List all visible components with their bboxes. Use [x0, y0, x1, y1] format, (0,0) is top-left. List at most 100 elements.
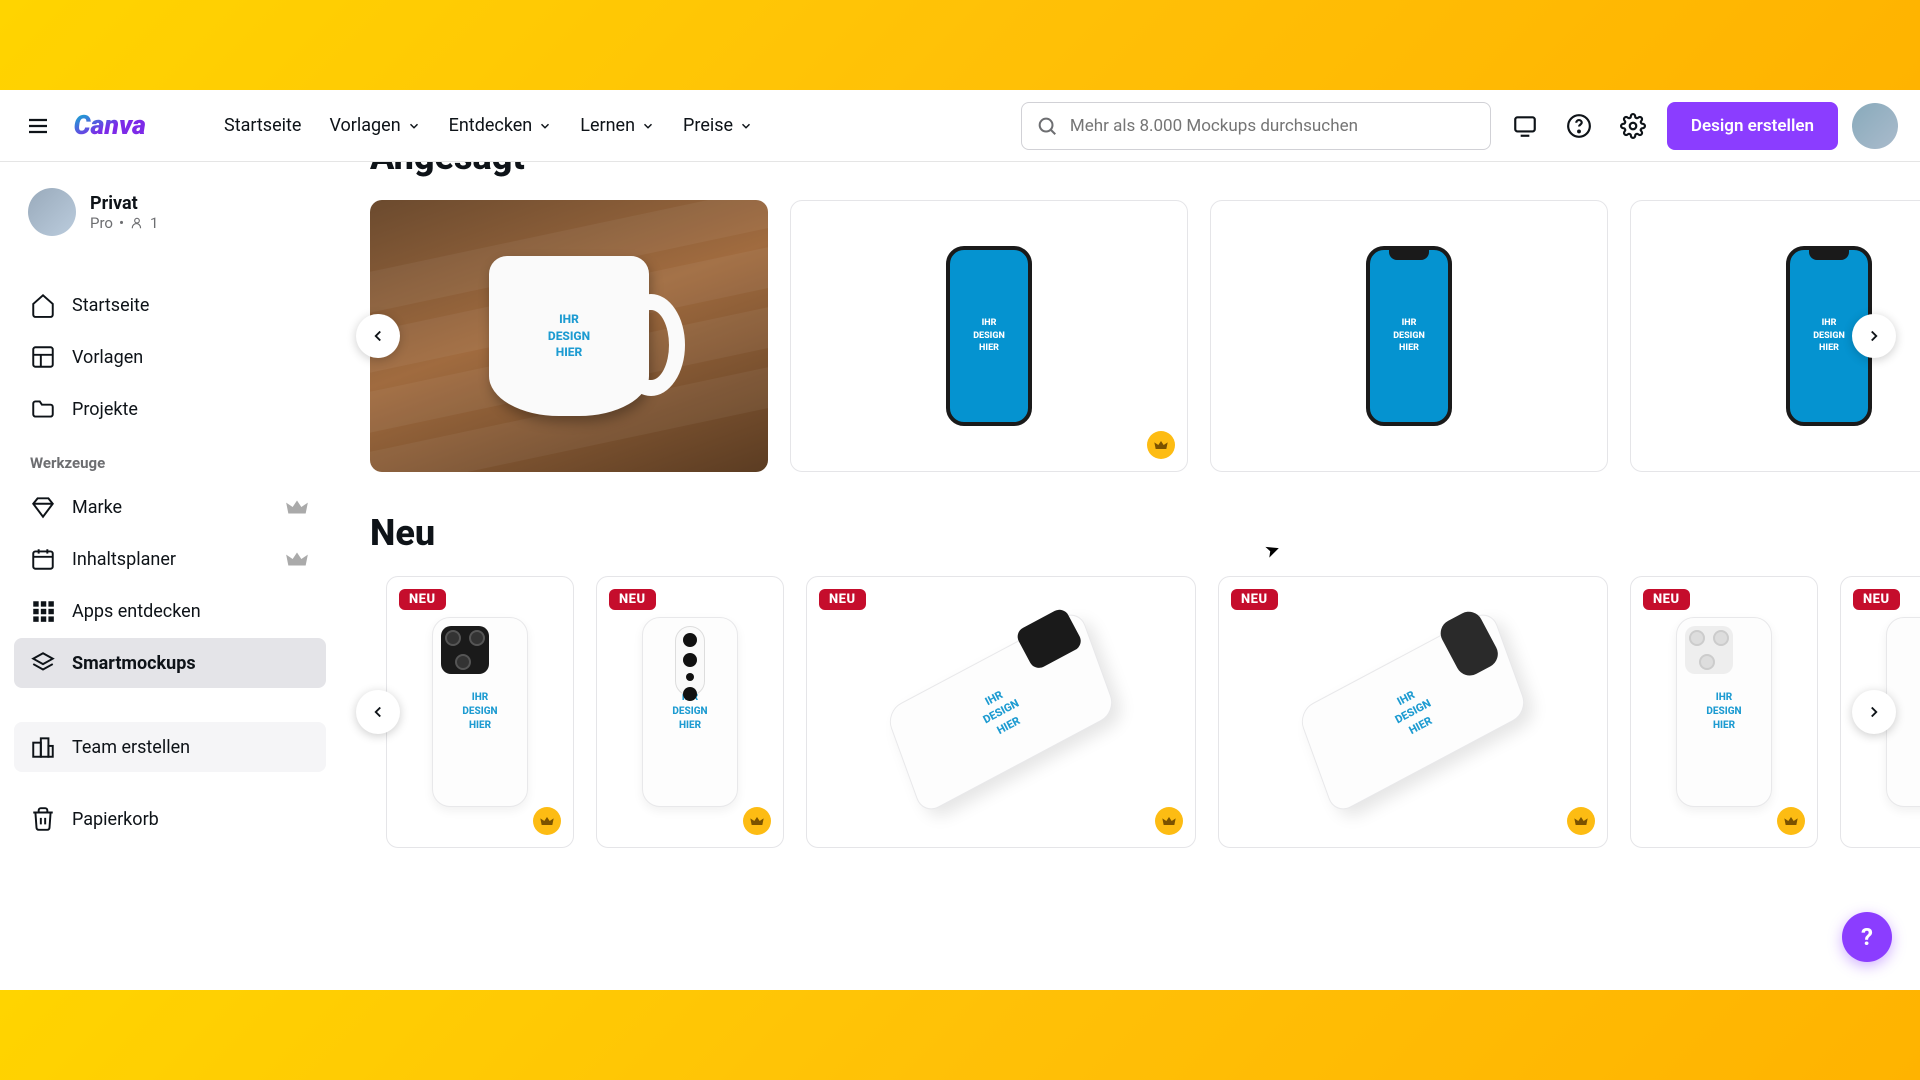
nav-learn-label: Lernen	[580, 115, 635, 136]
premium-badge-icon	[1777, 807, 1805, 835]
settings-gear-icon[interactable]	[1613, 106, 1653, 146]
team-icon	[30, 734, 56, 760]
workspace-switcher[interactable]: Privat Pro • 1	[14, 178, 326, 246]
mockup-card-mug[interactable]: IHR DESIGN HIER	[370, 200, 768, 472]
mockup-card-case-2[interactable]: NEU IHR DESIGN HIER	[596, 576, 784, 848]
brand-icon	[30, 494, 56, 520]
new-badge: NEU	[609, 589, 656, 610]
apps-grid-icon	[30, 598, 56, 624]
help-icon[interactable]	[1559, 106, 1599, 146]
premium-badge-icon	[1155, 807, 1183, 835]
mockup-card-phone-1[interactable]: IHR DESIGN HIER	[790, 200, 1188, 472]
nav-templates-label: Vorlagen	[329, 115, 400, 136]
mockup-card-phone-2[interactable]: IHR DESIGN HIER	[1210, 200, 1608, 472]
search-input[interactable]	[1070, 116, 1476, 136]
sidebar-item-discover-apps[interactable]: Apps entdecken	[14, 586, 326, 636]
app-window: Canva Startseite Vorlagen Entdecken Lern…	[0, 90, 1920, 990]
mockup-placeholder-text: IHR DESIGN HIER	[973, 317, 1005, 355]
chevron-down-icon	[739, 119, 753, 133]
sidebar-item-label: Inhaltsplaner	[72, 549, 268, 570]
sidebar-item-label: Smartmockups	[72, 653, 310, 674]
workspace-plan: Pro	[90, 214, 113, 232]
layers-icon	[30, 650, 56, 676]
sidebar-item-brand[interactable]: Marke	[14, 482, 326, 532]
sidebar-item-label: Vorlagen	[72, 347, 310, 368]
chevron-down-icon	[538, 119, 552, 133]
templates-icon	[30, 344, 56, 370]
sidebar-item-content-planner[interactable]: Inhaltsplaner	[14, 534, 326, 584]
crown-icon	[284, 546, 310, 572]
mockup-card-case-4[interactable]: NEU IHR DESIGN HIER	[1218, 576, 1608, 848]
home-icon	[30, 292, 56, 318]
create-design-button[interactable]: Design erstellen	[1667, 102, 1838, 150]
mockup-placeholder-text: IHR DESIGN HIER	[1385, 683, 1441, 742]
mockup-placeholder-text: IHR DESIGN HIER	[548, 311, 590, 361]
sidebar-item-trash[interactable]: Papierkorb	[14, 794, 326, 844]
mockup-placeholder-text: IHR DESIGN HIER	[1706, 691, 1741, 733]
mockup-card-case-5[interactable]: NEU IHR DESIGN HIER	[1630, 576, 1818, 848]
nav-discover[interactable]: Entdecken	[449, 115, 553, 136]
header-right: Design erstellen	[1021, 102, 1898, 150]
nav-home-label: Startseite	[224, 115, 301, 136]
main-content: Angesagt IHR DESIGN HIER IHR DESIGN HIER	[340, 162, 1920, 990]
folder-icon	[30, 396, 56, 422]
sidebar-item-create-team[interactable]: Team erstellen	[14, 722, 326, 772]
section-title-new: Neu	[370, 512, 1920, 554]
main-nav: Startseite Vorlagen Entdecken Lernen Pre…	[224, 115, 753, 136]
sidebar: Privat Pro • 1 Startseite Vorlagen	[0, 162, 340, 990]
carousel-prev-button[interactable]	[356, 690, 400, 734]
sidebar-item-label: Marke	[72, 497, 268, 518]
sidebar-item-label: Team erstellen	[72, 737, 310, 758]
mockup-placeholder-text: IHR DESIGN HIER	[1813, 317, 1845, 355]
canva-logo[interactable]: Canva	[72, 110, 182, 142]
new-badge: NEU	[1231, 589, 1278, 610]
svg-text:Canva: Canva	[74, 110, 146, 141]
crown-icon	[284, 494, 310, 520]
chevron-down-icon	[407, 119, 421, 133]
sidebar-item-smartmockups[interactable]: Smartmockups	[14, 638, 326, 688]
desktop-app-icon[interactable]	[1505, 106, 1545, 146]
workspace-name: Privat	[90, 193, 158, 214]
sidebar-item-label: Startseite	[72, 295, 310, 316]
sidebar-item-home[interactable]: Startseite	[14, 280, 326, 330]
new-badge: NEU	[399, 589, 446, 610]
nav-pricing-label: Preise	[683, 115, 733, 136]
workspace-avatar	[28, 188, 76, 236]
sidebar-item-templates[interactable]: Vorlagen	[14, 332, 326, 382]
search-icon	[1036, 115, 1058, 137]
mockup-placeholder-text: IHR DESIGN HIER	[462, 691, 497, 733]
new-badge: NEU	[1643, 589, 1690, 610]
help-fab-button[interactable]: ?	[1842, 912, 1892, 962]
new-badge: NEU	[1853, 589, 1900, 610]
premium-badge-icon	[743, 807, 771, 835]
user-avatar[interactable]	[1852, 103, 1898, 149]
top-header: Canva Startseite Vorlagen Entdecken Lern…	[0, 90, 1920, 162]
calendar-icon	[30, 546, 56, 572]
trash-icon	[30, 806, 56, 832]
section-title-trending: Angesagt	[370, 162, 1920, 178]
carousel-next-button[interactable]	[1852, 690, 1896, 734]
mockup-card-case-3[interactable]: NEU IHR DESIGN HIER	[806, 576, 1196, 848]
sidebar-item-projects[interactable]: Projekte	[14, 384, 326, 434]
workspace-members: 1	[150, 214, 158, 232]
nav-learn[interactable]: Lernen	[580, 115, 655, 136]
chevron-down-icon	[641, 119, 655, 133]
person-icon	[130, 216, 144, 230]
sidebar-item-label: Apps entdecken	[72, 601, 310, 622]
sidebar-item-label: Papierkorb	[72, 809, 310, 830]
nav-templates[interactable]: Vorlagen	[329, 115, 420, 136]
mockup-card-case-1[interactable]: NEU IHR DESIGN HIER	[386, 576, 574, 848]
carousel-trending: IHR DESIGN HIER IHR DESIGN HIER IHR DESI…	[370, 200, 1920, 472]
mockup-placeholder-text: IHR DESIGN HIER	[973, 683, 1029, 742]
new-badge: NEU	[819, 589, 866, 610]
hamburger-menu-icon[interactable]	[22, 110, 54, 142]
nav-home[interactable]: Startseite	[224, 115, 301, 136]
nav-pricing[interactable]: Preise	[683, 115, 753, 136]
nav-discover-label: Entdecken	[449, 115, 533, 136]
carousel-prev-button[interactable]	[356, 314, 400, 358]
search-box[interactable]	[1021, 102, 1491, 150]
sidebar-section-tools: Werkzeuge	[14, 436, 326, 480]
carousel-next-button[interactable]	[1852, 314, 1896, 358]
help-fab-label: ?	[1861, 923, 1873, 951]
premium-badge-icon	[1567, 807, 1595, 835]
